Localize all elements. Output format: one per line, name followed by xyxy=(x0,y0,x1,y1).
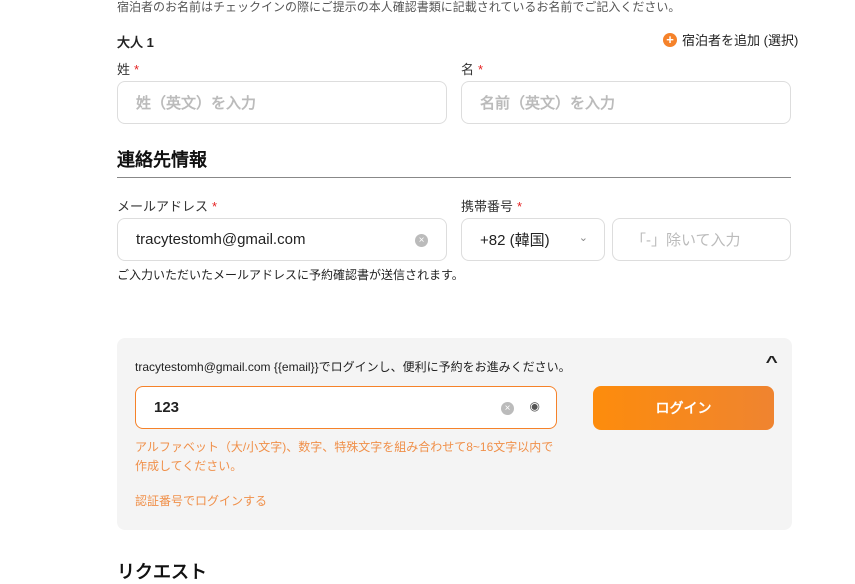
login-panel: tracytestomh@gmail.com {{email}}でログインし、便… xyxy=(117,338,792,530)
email-input[interactable]: tracytestomh@gmail.com × xyxy=(117,218,447,261)
contact-section-title: 連絡先情報 xyxy=(117,150,207,170)
last-name-placeholder: 姓（英文）を入力 xyxy=(136,95,257,112)
plus-circle-icon: + xyxy=(663,32,677,47)
country-code-value: +82 (韓国) xyxy=(480,232,550,249)
add-guest-label: 宿泊者を追加 (選択) xyxy=(682,33,799,48)
password-input[interactable]: 123 × ◉ xyxy=(135,386,557,429)
first-name-label: 名 * xyxy=(461,62,484,77)
country-code-select[interactable]: +82 (韓国) ⌄ xyxy=(461,218,605,261)
phone-placeholder: 「-」除いて入力 xyxy=(631,232,741,249)
login-message: tracytestomh@gmail.com {{email}}でログインし、便… xyxy=(135,360,571,374)
add-guest-button[interactable]: + 宿泊者を追加 (選択) xyxy=(663,30,798,49)
last-name-input[interactable]: 姓（英文）を入力 xyxy=(117,81,447,124)
verification-code-login-link[interactable]: 認証番号でログインする xyxy=(135,492,267,509)
last-name-label: 姓 * xyxy=(117,62,140,77)
phone-label: 携帯番号 * xyxy=(461,199,523,214)
chevron-down-icon: ⌄ xyxy=(578,232,588,244)
password-error: アルファベット（大/小文字)、数字、特殊文字を組み合わせて8~16文字以内で作成… xyxy=(135,440,554,473)
clear-icon[interactable]: × xyxy=(415,234,428,247)
login-button[interactable]: ログイン xyxy=(593,386,774,430)
guest-name-note: 宿泊者のお名前はチェックインの際にご提示の本人確認書類に記載されているお名前でご… xyxy=(117,0,681,14)
clear-icon[interactable]: × xyxy=(501,402,514,415)
email-value: tracytestomh@gmail.com xyxy=(136,231,306,248)
first-name-placeholder: 名前（英文）を入力 xyxy=(480,95,616,112)
phone-input[interactable]: 「-」除いて入力 xyxy=(612,218,791,261)
first-name-input[interactable]: 名前（英文）を入力 xyxy=(461,81,791,124)
email-label: メールアドレス * xyxy=(117,199,218,214)
divider xyxy=(117,177,791,178)
adult-title: 大人 1 xyxy=(117,35,154,50)
eye-icon[interactable]: ◉ xyxy=(530,399,540,413)
email-note: ご入力いただいたメールアドレスに予約確認書が送信されます。 xyxy=(117,268,464,282)
password-value: 123 xyxy=(154,399,180,416)
request-section-title: リクエスト xyxy=(117,562,207,582)
chevron-up-icon[interactable]: ^ xyxy=(765,354,777,372)
